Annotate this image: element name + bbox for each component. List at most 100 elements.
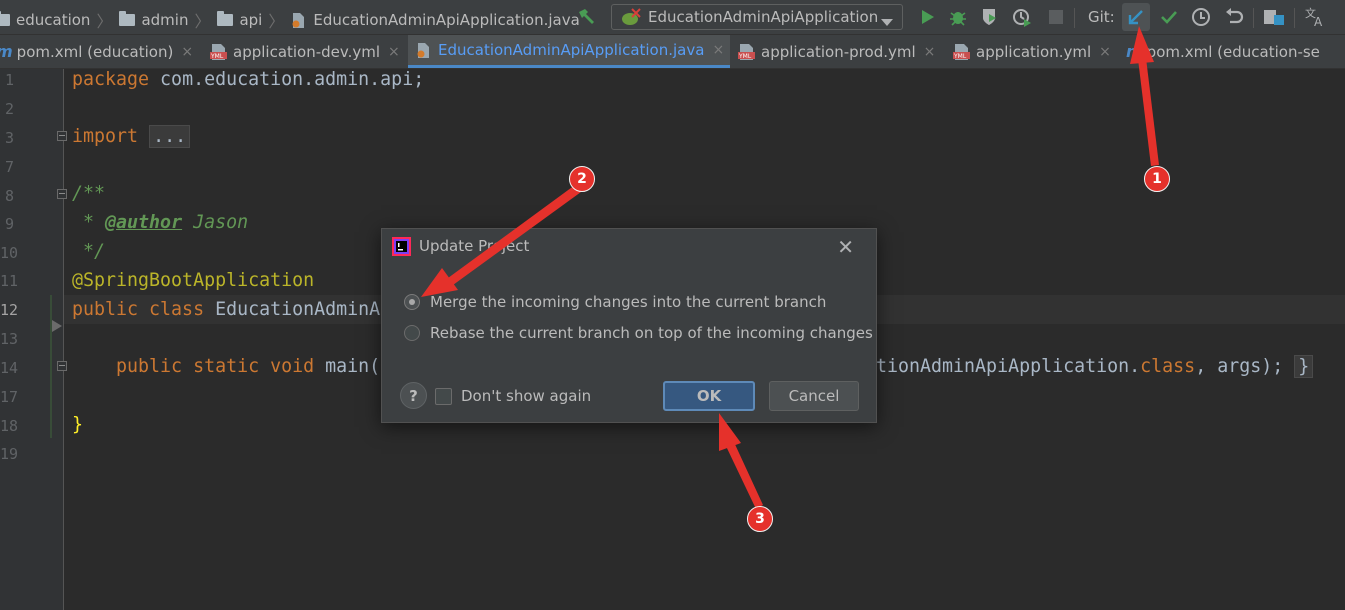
merge-option-radio[interactable]: Merge the incoming changes into the curr…	[404, 293, 826, 311]
code-text: main(	[314, 356, 381, 377]
intellij-logo-icon	[392, 237, 411, 256]
chevron-right-icon: 〉	[96, 12, 113, 31]
line-number: 13	[0, 330, 19, 348]
breadcrumb-file[interactable]: EducationAdminApiApplication.java	[313, 11, 579, 29]
code-line: */	[72, 241, 106, 262]
tab-education-admin-api-application-java[interactable]: EducationAdminApiApplication.java ×	[408, 35, 730, 68]
git-update-project-button[interactable]	[1122, 3, 1150, 31]
breadcrumb-item-education[interactable]: education	[16, 11, 90, 29]
run-gutter-icon[interactable]	[52, 317, 62, 336]
tab-label: EducationAdminApiApplication.java	[438, 41, 705, 59]
yml-icon-text: YML	[953, 53, 967, 60]
build-hammer-icon[interactable]	[575, 6, 597, 28]
debug-icon[interactable]	[947, 6, 969, 28]
radio-selected-icon[interactable]	[404, 294, 420, 310]
run-configuration-select[interactable]: EducationAdminApiApplication	[611, 4, 903, 30]
spring-boot-icon	[620, 8, 642, 26]
line-number: 14	[0, 359, 19, 377]
annotation-badge-2: 2	[569, 166, 595, 192]
line-number: 9	[4, 215, 14, 233]
git-label: Git:	[1088, 8, 1115, 26]
close-icon[interactable]: ×	[1099, 44, 1111, 60]
maven-icon: m	[0, 42, 13, 61]
project-structure-icon[interactable]	[1263, 6, 1285, 28]
tab-application-dev-yml[interactable]: YML application-dev.yml ×	[210, 35, 410, 68]
tab-application-yml[interactable]: YML application.yml ×	[953, 35, 1123, 68]
close-icon[interactable]: ×	[388, 44, 400, 60]
breadcrumb: education 〉 admin 〉 api 〉 EducationAdmin…	[0, 8, 580, 32]
fold-toggle-icon[interactable]	[57, 131, 67, 141]
code-text: EducationAdminA	[204, 299, 381, 320]
yml-icon: YML	[953, 43, 970, 61]
comment-text: *	[72, 212, 106, 233]
line-number: 19	[0, 445, 19, 463]
line-number-gutter[interactable]: 1 2 3 7 8 9 10 11 12 13 14 17 18 19	[0, 69, 67, 610]
line-number: 10	[0, 244, 19, 262]
code-text: , args);	[1195, 356, 1284, 377]
keyword: package	[72, 69, 150, 90]
code-line: /**	[72, 183, 106, 204]
rebase-option-label: Rebase the current branch on top of the …	[430, 324, 873, 342]
code-line: @SpringBootApplication	[72, 270, 315, 291]
arrow-down-left-icon	[1128, 10, 1143, 25]
close-icon[interactable]: ×	[181, 44, 193, 60]
line-number: 3	[4, 129, 14, 147]
vcs-change-marker	[50, 295, 52, 438]
line-number: 18	[0, 417, 19, 435]
dont-show-again-checkbox[interactable]: Don't show again	[435, 387, 591, 405]
translate-icon[interactable]: 文A	[1304, 6, 1326, 28]
fold-toggle-icon[interactable]	[57, 361, 67, 371]
git-rollback-icon[interactable]	[1223, 6, 1245, 28]
tab-pom-education-service[interactable]: m pom.xml (education-se	[1126, 35, 1345, 68]
radio-unselected-icon[interactable]	[404, 325, 420, 341]
tab-application-prod-yml[interactable]: YML application-prod.yml ×	[738, 35, 948, 68]
rebase-option-radio[interactable]: Rebase the current branch on top of the …	[404, 324, 873, 342]
checkbox-icon[interactable]	[435, 387, 452, 405]
breadcrumb-item-admin[interactable]: admin	[141, 11, 188, 29]
ok-button[interactable]: OK	[663, 381, 755, 411]
maven-icon: m	[1126, 42, 1143, 61]
tab-label: application.yml	[976, 42, 1092, 61]
chevron-down-icon	[881, 13, 893, 31]
run-icon[interactable]	[916, 6, 938, 28]
line-number: 7	[4, 158, 14, 176]
code-line: }	[72, 414, 84, 435]
code-line: * @author Jason	[72, 208, 248, 237]
svg-text:A: A	[1314, 15, 1323, 28]
stop-icon[interactable]	[1045, 6, 1067, 28]
line-number: 1	[4, 71, 14, 89]
keyword: class	[1140, 356, 1196, 377]
cancel-button[interactable]: Cancel	[769, 381, 859, 411]
tab-pom-education[interactable]: m pom.xml (education) ×	[0, 35, 196, 68]
breadcrumb-item-api[interactable]: api	[239, 11, 262, 29]
dont-show-again-label: Don't show again	[461, 387, 592, 405]
close-icon[interactable]: ✕	[837, 235, 854, 259]
git-history-clock-icon[interactable]	[1190, 6, 1212, 28]
code-line: import ...	[72, 122, 191, 151]
fold-toggle-icon[interactable]	[57, 189, 67, 199]
toolbar-separator	[1253, 8, 1254, 28]
profiler-icon[interactable]	[1011, 6, 1033, 28]
code-line-tail: tionAdminApiApplication.class, args); }	[876, 352, 1314, 381]
annotation-badge-3: 3	[747, 506, 773, 532]
yml-icon: YML	[738, 43, 755, 61]
run-configuration-label: EducationAdminApiApplication	[648, 8, 879, 26]
keyword: public class	[72, 299, 205, 320]
toolbar-separator	[1294, 8, 1295, 28]
line-number: 11	[0, 272, 19, 290]
update-project-dialog: Update Project ✕ Merge the incoming chan…	[381, 228, 877, 423]
git-commit-check-icon[interactable]	[1158, 6, 1180, 28]
close-icon[interactable]: ×	[712, 42, 724, 58]
help-button[interactable]: ?	[400, 382, 427, 409]
code-line: public static void main(	[72, 352, 380, 381]
folded-brace[interactable]: }	[1294, 355, 1314, 378]
folded-imports[interactable]: ...	[149, 125, 191, 148]
editor-tab-bar: m pom.xml (education) × YML application-…	[0, 35, 1345, 69]
code-line: package com.education.admin.api;	[72, 65, 424, 94]
chevron-right-icon: 〉	[194, 12, 211, 31]
dialog-title: Update Project	[419, 237, 530, 255]
code-text: com.education.admin.api;	[149, 69, 425, 90]
tab-label: pom.xml (education-se	[1146, 42, 1320, 61]
coverage-icon[interactable]	[979, 6, 1001, 28]
close-icon[interactable]: ×	[924, 44, 936, 60]
